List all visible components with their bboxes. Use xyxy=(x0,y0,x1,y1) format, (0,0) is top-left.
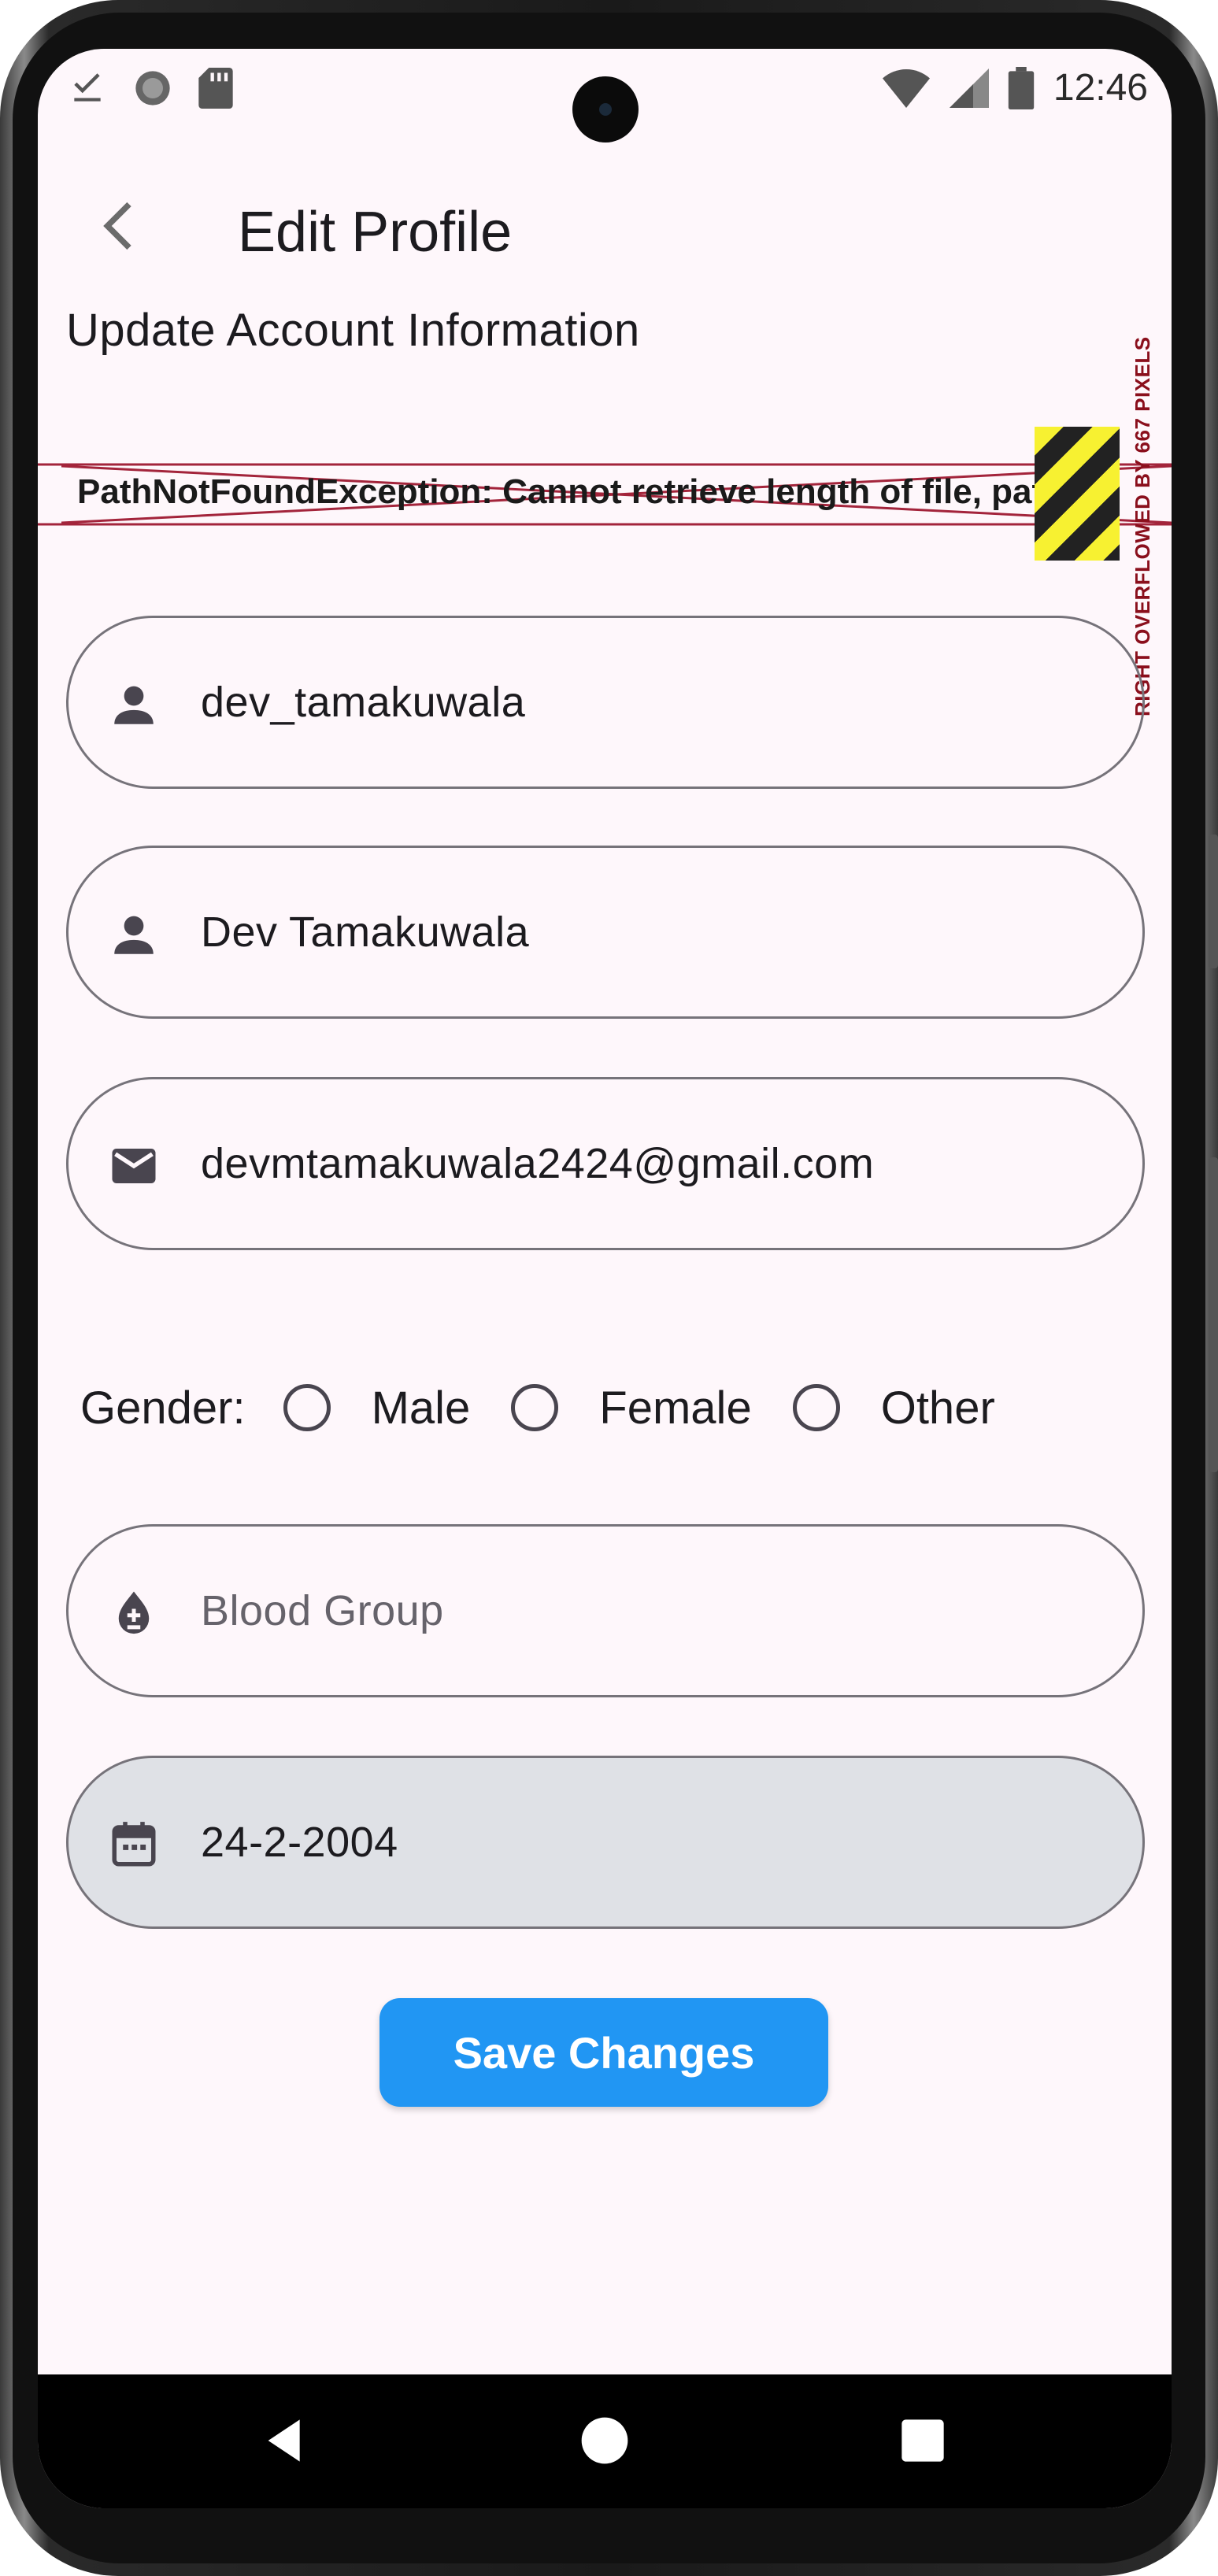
full-name-value: Dev Tamakuwala xyxy=(201,909,530,956)
username-value: dev_tamakuwala xyxy=(201,679,526,726)
cell-signal-icon xyxy=(949,68,989,108)
error-overflow-banner: PathNotFoundException: Cannot retrieve l… xyxy=(38,450,1172,537)
nav-recents-icon[interactable] xyxy=(898,2415,948,2466)
blood-drop-icon xyxy=(118,1591,150,1634)
save-changes-button[interactable]: Save Changes xyxy=(379,1998,828,2107)
volume-button xyxy=(1209,1157,1218,1472)
radio-label-male: Male xyxy=(371,1382,471,1434)
blood-group-placeholder: Blood Group xyxy=(201,1587,444,1634)
chevron-left-icon xyxy=(103,202,131,250)
overflow-hazard-stripes xyxy=(1035,427,1120,561)
calendar-icon xyxy=(112,1822,156,1867)
nav-home-icon[interactable] xyxy=(579,2415,630,2466)
sd-card-icon xyxy=(198,68,233,109)
power-button xyxy=(1209,835,1218,968)
mail-icon xyxy=(112,1149,156,1183)
phone-frame: 12:46 Edit Profile Update Account Inform… xyxy=(0,0,1218,2576)
status-time: 12:46 xyxy=(1053,67,1148,109)
radio-male[interactable] xyxy=(283,1384,331,1431)
date-of-birth-field[interactable]: 24-2-2004 xyxy=(66,1756,1145,1929)
circle-status-icon xyxy=(135,71,170,105)
navigation-bar xyxy=(38,2374,1172,2508)
error-message: PathNotFoundException: Cannot retrieve l… xyxy=(77,472,1121,511)
blood-group-field[interactable]: Blood Group xyxy=(66,1524,1145,1697)
radio-other[interactable] xyxy=(792,1384,840,1431)
status-bar: 12:46 xyxy=(38,49,1172,142)
date-of-birth-value: 24-2-2004 xyxy=(201,1819,398,1866)
back-button[interactable] xyxy=(82,191,153,261)
nav-back-icon[interactable] xyxy=(260,2415,310,2466)
app-bar: Edit Profile xyxy=(38,167,1172,285)
radio-label-female: Female xyxy=(599,1382,752,1434)
battery-icon xyxy=(1008,66,1035,109)
full-name-field[interactable]: Dev Tamakuwala xyxy=(66,846,1145,1019)
section-title: Update Account Information xyxy=(66,305,640,356)
gender-selector: Gender: Male Female Other xyxy=(80,1368,1036,1447)
gender-label: Gender: xyxy=(80,1382,246,1434)
screen: 12:46 Edit Profile Update Account Inform… xyxy=(38,49,1172,2508)
email-field[interactable]: devmtamakuwala2424@gmail.com xyxy=(66,1077,1145,1250)
front-camera xyxy=(572,76,639,142)
overflow-warning-text: RIGHT OVERFLOWED BY 667 PIXELS xyxy=(1131,336,1154,716)
radio-label-other: Other xyxy=(880,1382,995,1434)
username-field[interactable]: dev_tamakuwala xyxy=(66,616,1145,789)
email-value: devmtamakuwala2424@gmail.com xyxy=(201,1140,875,1187)
page-title: Edit Profile xyxy=(238,201,513,264)
person-icon xyxy=(114,686,154,724)
wifi-icon xyxy=(882,68,930,108)
download-done-icon xyxy=(74,73,101,102)
radio-female[interactable] xyxy=(511,1384,559,1431)
person-icon xyxy=(114,916,154,954)
